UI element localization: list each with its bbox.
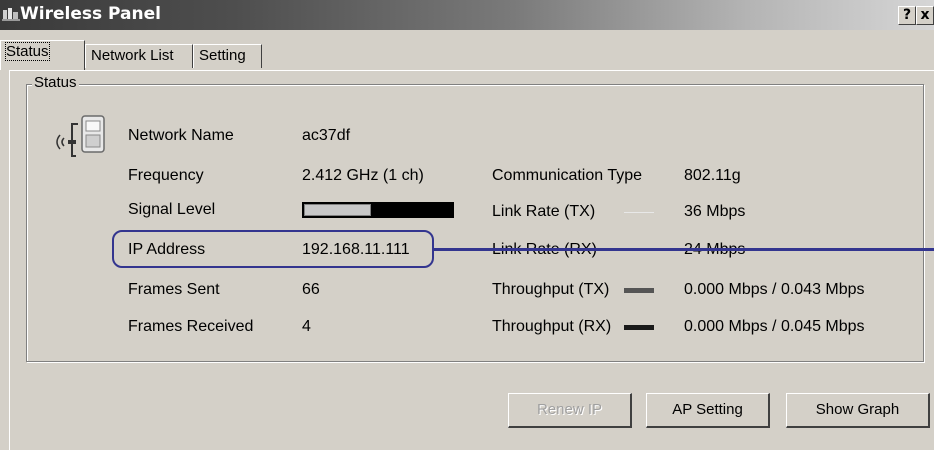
link-rate-tx-label: Link Rate (TX)	[492, 203, 596, 220]
tab-status[interactable]: Status	[0, 40, 85, 70]
help-button[interactable]: ?	[898, 6, 916, 25]
network-name-label: Network Name	[128, 127, 234, 144]
ap-setting-button[interactable]: AP Setting	[646, 393, 770, 428]
throughput-rx-label: Throughput (RX)	[492, 318, 612, 335]
throughput-tx-value: 0.000 Mbps / 0.043 Mbps	[684, 281, 865, 298]
communication-type-value: 802.11g	[684, 167, 741, 184]
tab-setting[interactable]: Setting	[193, 44, 262, 68]
signal-level-meter	[302, 202, 454, 218]
wireless-adapter-icon	[56, 115, 105, 157]
renew-ip-button[interactable]: Renew IP	[508, 393, 632, 428]
frames-received-value: 4	[302, 318, 311, 335]
ip-address-highlight-box	[112, 230, 434, 268]
window-title: Wireless Panel	[20, 4, 161, 24]
frames-sent-label: Frames Sent	[128, 281, 220, 298]
frames-sent-value: 66	[302, 281, 320, 298]
title-bar[interactable]: Wireless Panel ? x	[0, 0, 934, 30]
link-rate-tx-value: 36 Mbps	[684, 203, 746, 220]
throughput-rx-value: 0.000 Mbps / 0.045 Mbps	[684, 318, 865, 335]
show-graph-button[interactable]: Show Graph	[786, 393, 930, 428]
throughput-tx-legend-line	[624, 288, 654, 293]
signal-level-label: Signal Level	[128, 201, 216, 218]
caption-buttons: ? x	[898, 6, 934, 25]
frames-received-label: Frames Received	[128, 318, 254, 335]
status-groupbox-legend: Status	[32, 74, 79, 92]
tab-status-label: Status	[5, 42, 50, 61]
ip-address-callout-line	[434, 248, 934, 251]
frequency-label: Frequency	[128, 167, 204, 184]
tab-network-list-label: Network List	[91, 47, 174, 64]
link-rate-tx-legend-line	[624, 212, 654, 213]
throughput-tx-label: Throughput (TX)	[492, 281, 610, 298]
communication-type-label: Communication Type	[492, 167, 642, 184]
tab-setting-label: Setting	[199, 47, 246, 64]
tab-strip: Status Network List Setting	[0, 40, 934, 70]
throughput-rx-legend-line	[624, 325, 654, 330]
frequency-value: 2.412 GHz (1 ch)	[302, 167, 424, 184]
signal-level-fill	[304, 204, 371, 216]
tab-network-list[interactable]: Network List	[85, 44, 193, 68]
network-name-value: ac37df	[302, 127, 351, 144]
close-button[interactable]: x	[916, 6, 934, 25]
wireless-app-icon	[2, 8, 20, 21]
wireless-panel-window: Wireless Panel ? x Status Network List S…	[0, 0, 934, 450]
